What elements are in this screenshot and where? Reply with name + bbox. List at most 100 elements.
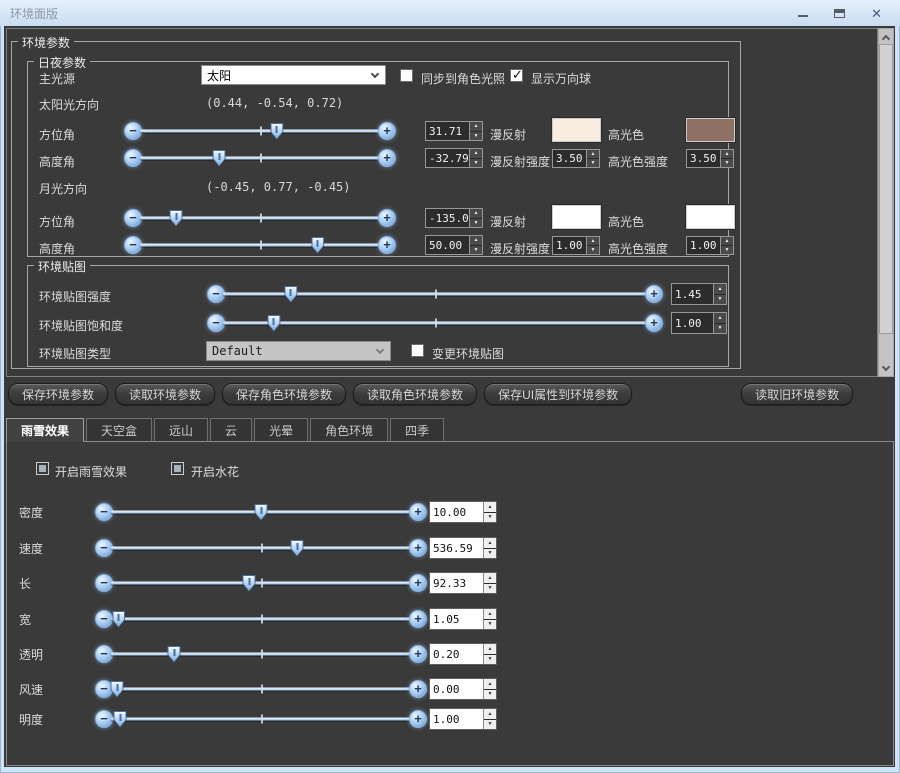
slider-plus-button[interactable]: + — [378, 122, 396, 140]
env-map-saturation-slider[interactable]: −+ — [207, 313, 663, 333]
slider-track[interactable] — [140, 157, 380, 160]
slider[interactable]: −+ — [95, 536, 427, 560]
minimize-icon[interactable] — [798, 15, 808, 17]
spin-value[interactable]: 31.71 — [426, 122, 469, 140]
chevron-down-icon[interactable] — [365, 74, 385, 77]
slider[interactable]: −+ — [95, 677, 427, 701]
slider-track[interactable] — [111, 653, 411, 656]
env-map-type-dropdown[interactable]: Default — [206, 341, 391, 361]
slider-track[interactable] — [140, 130, 380, 133]
spin-down-icon[interactable]: ▼ — [587, 158, 599, 167]
moon-diffuse-intensity-spinner[interactable]: 1.00▲▼ — [552, 236, 600, 255]
spin-down-icon[interactable]: ▼ — [484, 654, 496, 665]
moon-elevation-slider[interactable]: −+ — [124, 235, 396, 255]
spin-value[interactable]: 3.50 — [553, 150, 586, 167]
spin-down-icon[interactable]: ▼ — [484, 548, 496, 559]
tab-5[interactable]: 角色环境 — [310, 418, 388, 441]
action-button[interactable]: 保存环境参数 — [8, 383, 108, 405]
slider-plus-button[interactable]: + — [378, 149, 396, 167]
slider-track[interactable] — [111, 718, 411, 721]
scrollbar-thumb[interactable] — [879, 44, 893, 334]
sun-specular-intensity-spinner[interactable]: 3.50▲▼ — [686, 149, 734, 168]
slider-track[interactable] — [140, 244, 380, 247]
env-map-intensity-spinner[interactable]: 1.45▲▼ — [671, 283, 727, 305]
action-button[interactable]: 读取角色环境参数 — [353, 383, 477, 405]
spin-up-icon[interactable]: ▲ — [470, 209, 482, 218]
spin-down-icon[interactable]: ▼ — [587, 245, 599, 254]
spin-value[interactable]: 50.00 — [426, 236, 469, 254]
slider-track[interactable] — [111, 511, 411, 514]
enable-splash-checkbox[interactable] — [171, 462, 184, 475]
main-light-dropdown[interactable]: 太阳 — [201, 65, 386, 85]
slider-handle[interactable] — [311, 237, 324, 254]
sun-diffuse-intensity-spinner[interactable]: 3.50▲▼ — [552, 149, 600, 168]
spin-value[interactable]: 1.00 — [687, 237, 720, 254]
spin-value[interactable]: 3.50 — [687, 150, 720, 167]
spin-down-icon[interactable]: ▼ — [470, 158, 482, 168]
spin-down-icon[interactable]: ▼ — [470, 245, 482, 255]
slider-track[interactable] — [111, 688, 411, 691]
spin-value[interactable]: -32.79 — [426, 149, 469, 167]
slider-handle[interactable] — [284, 286, 297, 303]
slider-handle[interactable] — [111, 681, 124, 698]
value-spinner[interactable]: 0.00▲▼ — [429, 678, 497, 700]
slider[interactable]: −+ — [95, 500, 427, 524]
tab-6[interactable]: 四季 — [390, 418, 444, 441]
spin-down-icon[interactable]: ▼ — [470, 218, 482, 228]
spin-down-icon[interactable]: ▼ — [721, 245, 733, 254]
slider-handle[interactable] — [291, 540, 304, 557]
spin-up-icon[interactable]: ▲ — [721, 150, 733, 158]
spin-value[interactable]: 1.05 — [430, 609, 483, 629]
slider-plus-button[interactable]: + — [409, 503, 427, 521]
sun-specular-swatch[interactable] — [686, 118, 735, 142]
spin-value[interactable]: -135.00 — [426, 209, 469, 227]
spin-up-icon[interactable]: ▲ — [484, 709, 496, 719]
slider-handle[interactable] — [267, 315, 280, 332]
tab-0[interactable]: 雨雪效果 — [6, 418, 84, 441]
spin-up-icon[interactable]: ▲ — [484, 502, 496, 512]
slider[interactable]: −+ — [95, 707, 427, 731]
change-env-map-checkbox[interactable] — [411, 344, 424, 357]
maximize-icon[interactable] — [834, 9, 845, 18]
tab-4[interactable]: 光晕 — [254, 418, 308, 441]
slider-plus-button[interactable]: + — [378, 209, 396, 227]
slider-track[interactable] — [111, 547, 411, 550]
sun-diffuse-swatch[interactable] — [552, 118, 601, 142]
spin-down-icon[interactable]: ▼ — [721, 158, 733, 167]
slider-track[interactable] — [223, 322, 647, 325]
spin-up-icon[interactable]: ▲ — [470, 122, 482, 131]
slider-handle[interactable] — [243, 575, 256, 592]
vertical-scrollbar[interactable] — [878, 28, 894, 377]
spin-up-icon[interactable]: ▲ — [587, 150, 599, 158]
spin-value[interactable]: 536.59 — [430, 538, 483, 558]
spin-up-icon[interactable]: ▲ — [484, 538, 496, 548]
slider-track[interactable] — [111, 618, 411, 621]
slider-track[interactable] — [223, 293, 647, 296]
moon-specular-intensity-spinner[interactable]: 1.00▲▼ — [686, 236, 734, 255]
slider-plus-button[interactable]: + — [409, 645, 427, 663]
slider-handle[interactable] — [170, 210, 183, 227]
spin-up-icon[interactable]: ▲ — [587, 237, 599, 245]
titlebar[interactable]: 环境面版 ✕ — [0, 0, 900, 26]
slider-plus-button[interactable]: + — [645, 314, 663, 332]
spin-down-icon[interactable]: ▼ — [714, 294, 726, 305]
spin-value[interactable]: 1.45 — [672, 284, 713, 304]
slider-plus-button[interactable]: + — [409, 574, 427, 592]
env-map-intensity-slider[interactable]: −+ — [207, 284, 663, 304]
spin-up-icon[interactable]: ▲ — [721, 237, 733, 245]
value-spinner[interactable]: 1.00▲▼ — [429, 708, 497, 730]
slider-plus-button[interactable]: + — [409, 610, 427, 628]
enable-rain-snow-checkbox[interactable] — [36, 462, 49, 475]
scroll-up-icon[interactable] — [879, 30, 893, 44]
spin-up-icon[interactable]: ▲ — [484, 644, 496, 654]
tab-3[interactable]: 云 — [210, 418, 252, 441]
moon-azimuth-spinner[interactable]: -135.00▲▼ — [425, 208, 483, 228]
spin-value[interactable]: 10.00 — [430, 502, 483, 522]
value-spinner[interactable]: 536.59▲▼ — [429, 537, 497, 559]
value-spinner[interactable]: 1.05▲▼ — [429, 608, 497, 630]
sync-to-character-checkbox[interactable] — [400, 69, 413, 82]
show-gimbal-checkbox[interactable] — [510, 69, 523, 82]
spin-value[interactable]: 92.33 — [430, 573, 483, 593]
slider-plus-button[interactable]: + — [645, 285, 663, 303]
slider-handle[interactable] — [270, 123, 283, 140]
